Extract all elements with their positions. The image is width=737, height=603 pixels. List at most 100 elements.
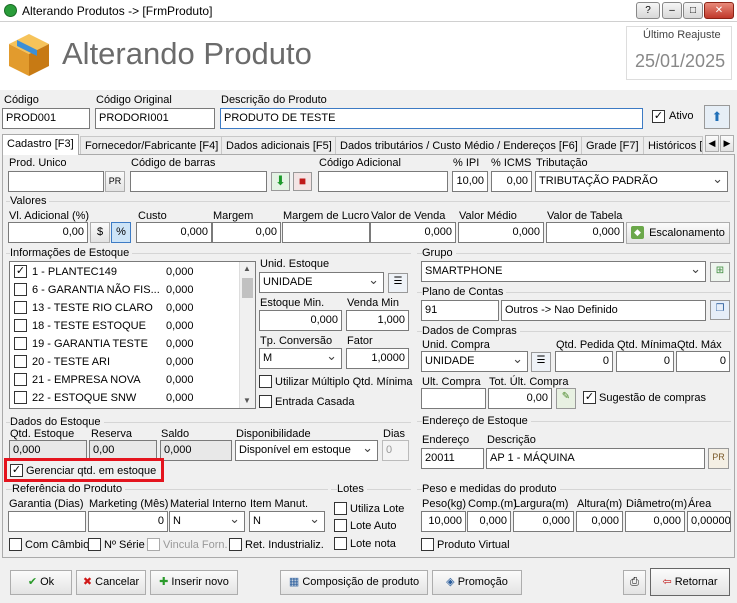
tab-scroll-right[interactable]: ▶	[720, 135, 734, 152]
cambio-checkbox[interactable]	[9, 538, 22, 551]
area-field[interactable]: 0,00000	[687, 511, 731, 532]
insert-new-button[interactable]: ✚ Inserir novo	[150, 570, 238, 595]
list-item[interactable]: ✓ 1 - PLANTEC149 0,000	[10, 263, 240, 281]
close-button[interactable]: ✕	[704, 2, 734, 19]
list-item[interactable]: 13 - TESTE RIO CLARO 0,000	[10, 299, 240, 317]
upload-icon[interactable]: ⬆	[704, 105, 730, 129]
descricao-field[interactable]: PRODUTO DE TESTE	[220, 108, 643, 129]
qtd-pedida-field[interactable]: 0	[555, 351, 613, 372]
maximize-button[interactable]: □	[683, 2, 703, 19]
sugestao-checkbox[interactable]: ✓	[583, 391, 596, 404]
calc-icon[interactable]: ✎	[556, 388, 576, 409]
altura-field[interactable]: 0,000	[576, 511, 623, 532]
minimize-button[interactable]: –	[662, 2, 682, 19]
venda-min-field[interactable]: 1,000	[346, 310, 409, 331]
list-checkbox[interactable]	[14, 391, 27, 404]
tab-historicos[interactable]: Históricos [	[643, 136, 703, 154]
copy-icon[interactable]: ❐	[710, 300, 730, 320]
promocao-button[interactable]: ◈ Promoção	[432, 570, 522, 595]
multiplo-checkbox[interactable]	[259, 375, 272, 388]
tab-cadastro[interactable]: Cadastro [F3]	[2, 134, 79, 155]
list-scrollbar[interactable]: ▲ ▼	[239, 262, 255, 408]
tributacao-select[interactable]: TRIBUTAÇÃO PADRÃO	[535, 171, 728, 192]
list-checkbox[interactable]	[14, 337, 27, 350]
icms-field[interactable]: 0,00	[491, 171, 532, 192]
vl-adicional-field[interactable]: 0,00	[8, 222, 88, 243]
codigo-adicional-field[interactable]	[318, 171, 448, 192]
down-arrow-icon[interactable]: ⬇	[271, 172, 290, 191]
cancel-button[interactable]: ✖ Cancelar	[76, 570, 146, 595]
list-checkbox[interactable]: ✓	[14, 265, 27, 278]
garantia-field[interactable]	[8, 511, 86, 532]
retornar-button[interactable]: ⇦ Retornar	[650, 568, 730, 596]
tab-fornecedor[interactable]: Fornecedor/Fabricante [F4]	[80, 136, 224, 154]
tp-conversao-select[interactable]: M	[259, 348, 342, 369]
produto-virtual-checkbox[interactable]	[421, 538, 434, 551]
ipi-field[interactable]: 10,00	[452, 171, 488, 192]
delete-icon[interactable]: ■	[293, 172, 312, 191]
unid-estoque-select[interactable]: UNIDADE	[259, 272, 384, 293]
vincula-checkbox[interactable]	[147, 538, 160, 551]
scroll-up-icon[interactable]: ▲	[243, 264, 251, 273]
diametro-field[interactable]: 0,000	[625, 511, 685, 532]
scroll-down-icon[interactable]: ▼	[243, 396, 251, 405]
codigo-original-field[interactable]: PRODORI001	[95, 108, 215, 129]
composicao-button[interactable]: ▦ Composição de produto	[280, 570, 428, 595]
margem-lucro-field[interactable]	[282, 222, 370, 243]
ret-checkbox[interactable]	[229, 538, 242, 551]
list-item[interactable]: 20 - TESTE ARI 0,000	[10, 353, 240, 371]
tab-grade[interactable]: Grade [F7]	[581, 136, 644, 154]
codigo-field[interactable]: PROD001	[2, 108, 90, 129]
print-icon[interactable]: ⎙	[623, 570, 646, 595]
endereco-field[interactable]: 20011	[421, 448, 484, 469]
tab-dados-adicionais[interactable]: Dados adicionais [F5]	[221, 136, 337, 154]
valor-tabela-field[interactable]: 0,000	[546, 222, 624, 243]
tree-icon[interactable]: ⊞	[710, 262, 730, 282]
margem-field[interactable]: 0,00	[212, 222, 281, 243]
valor-venda-field[interactable]: 0,000	[370, 222, 456, 243]
dias-field[interactable]: 0	[382, 440, 409, 461]
list-checkbox[interactable]	[14, 319, 27, 332]
scroll-thumb[interactable]	[242, 278, 253, 298]
manut-select[interactable]: N	[249, 511, 325, 532]
tab-scroll-left[interactable]: ◀	[705, 135, 719, 152]
list-item[interactable]: 6 - GARANTIA NÃO FIS... 0,000	[10, 281, 240, 299]
utiliza-lote-checkbox[interactable]	[334, 502, 347, 515]
marketing-field[interactable]: 0	[88, 511, 168, 532]
unid-compra-select[interactable]: UNIDADE	[421, 351, 528, 372]
list-icon[interactable]: ☰	[531, 352, 551, 372]
pr-button[interactable]: PR	[105, 171, 125, 192]
disponibilidade-select[interactable]: Disponível em estoque	[235, 440, 378, 461]
search-icon[interactable]: PR	[708, 448, 729, 469]
help-button[interactable]: ?	[636, 2, 660, 19]
codigo-barras-field[interactable]	[130, 171, 267, 192]
dollar-button[interactable]: $	[90, 222, 110, 243]
grupo-select[interactable]: SMARTPHONE	[421, 261, 706, 282]
fator-field[interactable]: 1,0000	[346, 348, 409, 369]
estoque-list[interactable]: ✓ 1 - PLANTEC149 0,000 6 - GARANTIA NÃO FI…	[9, 261, 256, 409]
ult-compra-field[interactable]	[421, 388, 486, 409]
escalonamento-button[interactable]: ◆ Escalonamento	[626, 222, 730, 244]
valor-medio-field[interactable]: 0,000	[458, 222, 544, 243]
list-item[interactable]: 18 - TESTE ESTOQUE 0,000	[10, 317, 240, 335]
gerenciar-checkbox[interactable]: ✓	[10, 464, 23, 477]
percent-button[interactable]: %	[111, 222, 131, 243]
custo-field[interactable]: 0,000	[136, 222, 212, 243]
plano-desc-field[interactable]: Outros -> Nao Definido	[501, 300, 706, 321]
list-item[interactable]: 22 - ESTOQUE SNW 0,000	[10, 389, 240, 407]
list-checkbox[interactable]	[14, 373, 27, 386]
estoque-min-field[interactable]: 0,000	[259, 310, 342, 331]
serie-checkbox[interactable]	[88, 538, 101, 551]
list-checkbox[interactable]	[14, 355, 27, 368]
ativo-checkbox[interactable]: ✓	[652, 110, 665, 123]
list-checkbox[interactable]	[14, 283, 27, 296]
material-select[interactable]: N	[169, 511, 245, 532]
prod-unico-field[interactable]	[8, 171, 104, 192]
end-desc-field[interactable]: AP 1 - MÁQUINA	[486, 448, 705, 469]
list-item[interactable]: 19 - GARANTIA TESTE 0,000	[10, 335, 240, 353]
list-checkbox[interactable]	[14, 301, 27, 314]
list-icon[interactable]: ☰	[388, 273, 408, 293]
entrada-casada-checkbox[interactable]	[259, 395, 272, 408]
qtd-minima-field[interactable]: 0	[616, 351, 674, 372]
ok-button[interactable]: ✔ Ok	[10, 570, 72, 595]
